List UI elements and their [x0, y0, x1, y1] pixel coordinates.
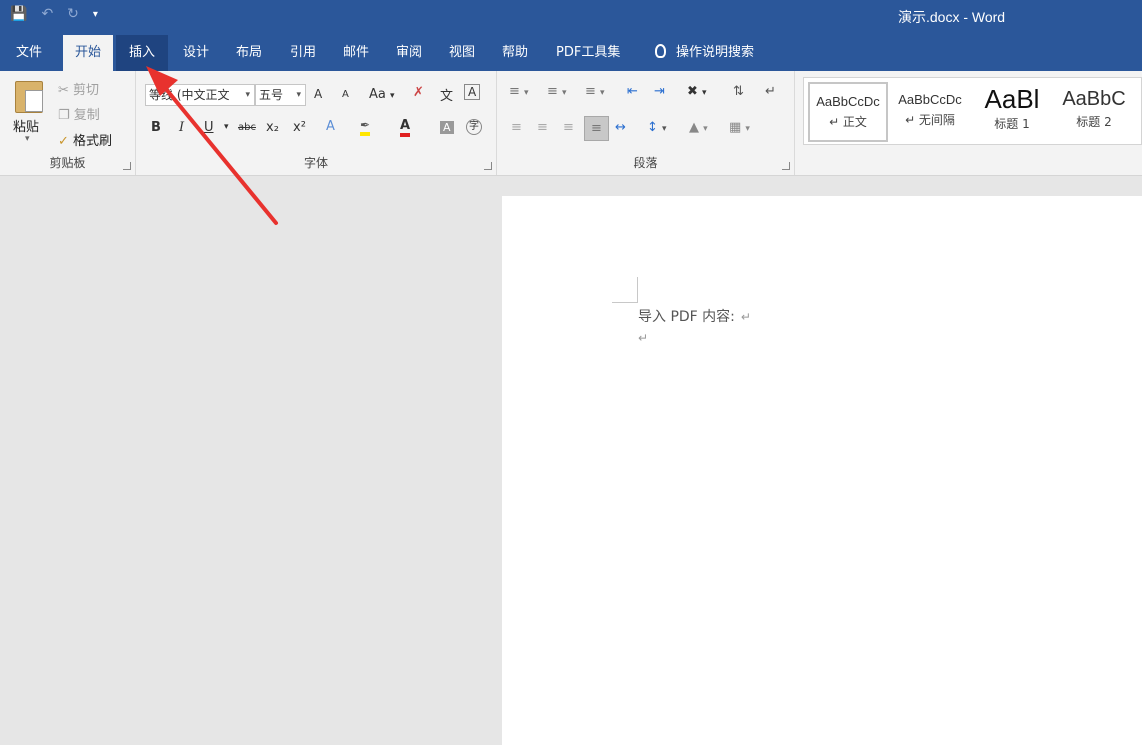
paragraph-label: 段落 — [633, 156, 658, 170]
tab-references[interactable]: 引用 — [288, 35, 318, 71]
paragraph-launcher-icon[interactable] — [782, 162, 790, 170]
scissors-icon: ✂ — [58, 83, 69, 98]
paragraph-mark-icon: ↵ — [740, 310, 751, 324]
decrease-indent-icon[interactable]: ⇤ — [627, 84, 638, 99]
borders-icon[interactable]: ▦ ▾ — [729, 120, 750, 135]
char-border-icon[interactable]: A — [464, 84, 481, 100]
italic-button[interactable]: I — [179, 120, 184, 135]
font-name-select[interactable]: 等线 (中文正文 ▾ — [145, 84, 255, 106]
underline-dropdown-icon[interactable]: ▾ — [224, 122, 229, 132]
increase-indent-icon[interactable]: ⇥ — [654, 84, 665, 99]
change-case-button[interactable]: Aa ▾ — [369, 87, 395, 102]
document-page[interactable]: 导入 PDF 内容: ↵ ↵ — [502, 196, 1142, 745]
quick-access-toolbar: 💾 ↶ ↻ ▾ — [10, 6, 98, 22]
tab-review[interactable]: 审阅 — [394, 35, 424, 71]
clipboard-label: 剪贴板 — [49, 156, 86, 170]
copy-button[interactable]: ❐ 复制 — [58, 104, 100, 123]
style-heading-1[interactable]: AaBl 标题 1 — [972, 82, 1052, 142]
style-heading-2[interactable]: AaBbC 标题 2 — [1054, 82, 1134, 142]
font-color-button[interactable]: A — [400, 118, 411, 137]
undo-icon[interactable]: ↶ — [41, 6, 53, 22]
font-launcher-icon[interactable] — [484, 162, 492, 170]
brush-icon: ✓ — [58, 134, 69, 149]
highlight-icon[interactable]: ✒ — [360, 118, 371, 136]
align-center-icon[interactable]: ≡ — [537, 120, 548, 135]
justify-icon[interactable]: ≡ — [584, 116, 609, 141]
subscript-button[interactable]: x₂ — [266, 120, 279, 135]
multilevel-list-icon[interactable]: ≡ ▾ — [585, 84, 605, 99]
clear-formatting-icon[interactable]: ✗ — [413, 85, 424, 100]
grow-font-button[interactable]: A — [314, 87, 322, 101]
strikethrough-button[interactable]: abc — [238, 122, 256, 133]
bold-button[interactable]: B — [151, 120, 161, 135]
paragraph-mark-icon: ↵ — [638, 331, 649, 345]
margin-marker — [612, 277, 638, 303]
font-group: 等线 (中文正文 ▾ 五号 ▾ A A Aa ▾ ✗ 文 A B I U ▾ abc… — [136, 71, 497, 175]
enclose-char-icon[interactable]: 字 — [466, 119, 482, 135]
document-paragraph[interactable]: 导入 PDF 内容: ↵ — [638, 306, 751, 326]
style-normal[interactable]: AaBbCcDc ↵ 正文 — [808, 82, 888, 142]
font-size-select[interactable]: 五号 ▾ — [255, 84, 306, 106]
ribbon-tabs: 文件 开始 插入 设计 布局 引用 邮件 审阅 视图 帮助 PDF工具集 操作说… — [0, 33, 1142, 71]
lightbulb-icon — [655, 44, 666, 58]
cut-button[interactable]: ✂ 剪切 — [58, 79, 99, 98]
tab-home[interactable]: 开始 — [63, 35, 114, 71]
chinese-layout-icon[interactable]: ✖ ▾ — [687, 84, 707, 99]
save-icon[interactable]: 💾 — [10, 6, 27, 22]
numbering-icon[interactable]: ≡ ▾ — [547, 84, 567, 99]
tab-insert[interactable]: 插入 — [116, 35, 169, 71]
paste-icon[interactable] — [15, 81, 43, 113]
clipboard-launcher-icon[interactable] — [123, 162, 131, 170]
tab-pdf-tools[interactable]: PDF工具集 — [554, 35, 622, 71]
text-effects-icon[interactable]: A — [326, 119, 335, 134]
tell-me-search[interactable]: 操作说明搜索 — [653, 35, 756, 71]
shrink-font-button[interactable]: A — [342, 89, 349, 100]
line-spacing-icon[interactable]: ↕ ▾ — [647, 120, 667, 135]
sort-icon[interactable]: ⇅ — [733, 84, 744, 99]
show-marks-icon[interactable]: ↵ — [765, 84, 776, 99]
underline-button[interactable]: U — [204, 120, 214, 135]
tab-design[interactable]: 设计 — [181, 35, 211, 71]
paragraph-group: ≡ ▾ ≡ ▾ ≡ ▾ ⇤ ⇥ ✖ ▾ ⇅ ↵ ≡ ≡ ≡ ≡ ↔ ↕ ▾ ▲ … — [497, 71, 795, 175]
tab-help[interactable]: 帮助 — [500, 35, 530, 71]
clipboard-group: 粘贴 ▾ ✂ 剪切 ❐ 复制 ✓ 格式刷 剪贴板 — [0, 71, 136, 175]
styles-gallery: AaBbCcDc ↵ 正文 AaBbCcDc ↵ 无间隔 AaBl 标题 1 A… — [803, 77, 1142, 145]
window-title: 演示.docx - Word — [898, 9, 1006, 25]
distributed-icon[interactable]: ↔ — [615, 120, 626, 135]
format-painter-button[interactable]: ✓ 格式刷 — [58, 130, 112, 149]
shading-icon[interactable]: ▲ ▾ — [689, 120, 708, 135]
tab-view[interactable]: 视图 — [447, 35, 477, 71]
tab-mailings[interactable]: 邮件 — [341, 35, 371, 71]
phonetic-guide-icon[interactable]: 文 — [440, 85, 453, 104]
tab-file[interactable]: 文件 — [14, 35, 44, 71]
ribbon: 粘贴 ▾ ✂ 剪切 ❐ 复制 ✓ 格式刷 剪贴板 等线 (中文正文 ▾ 五号 ▾ A… — [0, 71, 1142, 176]
align-left-icon[interactable]: ≡ — [511, 120, 522, 135]
redo-icon[interactable]: ↻ — [67, 6, 79, 22]
font-label: 字体 — [303, 156, 328, 170]
tell-me-label: 操作说明搜索 — [676, 45, 755, 60]
bullets-icon[interactable]: ≡ ▾ — [509, 84, 529, 99]
title-bar: 💾 ↶ ↻ ▾ 演示.docx - Word — [0, 0, 1142, 33]
superscript-button[interactable]: x² — [293, 120, 306, 135]
empty-paragraph[interactable]: ↵ — [638, 330, 648, 346]
paste-dropdown-icon[interactable]: ▾ — [25, 134, 30, 144]
align-right-icon[interactable]: ≡ — [563, 120, 574, 135]
customize-qat-icon[interactable]: ▾ — [93, 9, 98, 20]
copy-icon: ❐ — [58, 108, 70, 123]
style-no-spacing[interactable]: AaBbCcDc ↵ 无间隔 — [890, 82, 970, 142]
tab-layout[interactable]: 布局 — [234, 35, 264, 71]
paste-button[interactable]: 粘贴 — [13, 116, 39, 135]
char-shading-icon[interactable]: A — [440, 121, 454, 134]
